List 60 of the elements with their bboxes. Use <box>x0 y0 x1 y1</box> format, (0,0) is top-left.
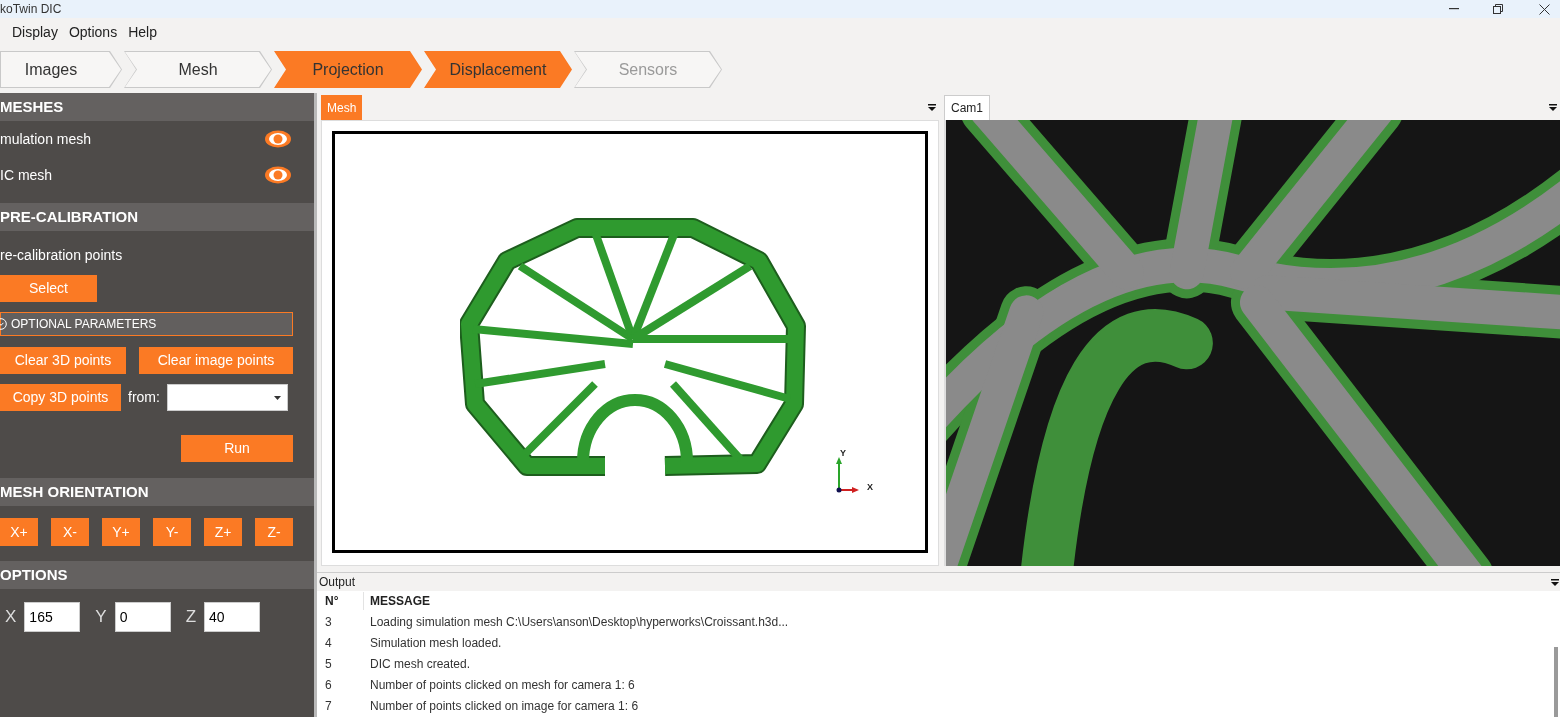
axis-label: Y <box>840 447 846 460</box>
optional-parameters-toggle[interactable]: OPTIONAL PARAMETERS <box>0 312 293 336</box>
orientation-button[interactable]: Z- <box>255 518 293 546</box>
section-header: MESH ORIENTATION <box>0 478 314 506</box>
table-cell-text: Simulation mesh loaded. <box>369 635 502 653</box>
view-tab[interactable]: Mesh <box>321 95 363 120</box>
from-label: from: <box>128 388 160 407</box>
table-cell-text: Number of points clicked on mesh for camera 1: 6 <box>369 677 635 695</box>
minimize-icon[interactable] <box>1449 8 1459 10</box>
close-icon[interactable] <box>1539 3 1550 15</box>
scrollbar-thumb[interactable] <box>1554 647 1558 717</box>
eye-icon[interactable] <box>264 129 292 149</box>
table-cell-text: DIC mesh created. <box>369 656 471 674</box>
axis-label: Y <box>95 606 107 629</box>
coordinate-field[interactable]: 165 <box>24 602 81 632</box>
dropdown-icon[interactable] <box>1549 104 1557 111</box>
coordinate-field[interactable]: 40 <box>204 602 261 632</box>
clear-button[interactable]: Clear 3D points <box>0 347 126 374</box>
orientation-button[interactable]: X+ <box>0 518 38 546</box>
table-cell-text: 6 <box>324 677 333 695</box>
axis-label: X <box>867 481 873 494</box>
run-button[interactable]: Run <box>181 435 293 462</box>
eye-icon[interactable] <box>264 165 292 185</box>
orientation-button[interactable]: X- <box>51 518 89 546</box>
table-cell-text: 5 <box>324 656 333 674</box>
section-header: PRE-CALIBRATION <box>0 203 314 231</box>
select-button[interactable]: Select <box>0 275 97 302</box>
axis-label: Z <box>185 606 197 629</box>
coordinate-field[interactable]: 0 <box>114 602 171 632</box>
step-tab[interactable]: Mesh <box>125 52 271 87</box>
caret-icon <box>273 395 281 400</box>
step-tab[interactable]: Images <box>1 52 121 87</box>
dropdown-icon[interactable] <box>1551 578 1559 586</box>
column-header[interactable]: N° <box>317 592 364 611</box>
menu-item[interactable]: Display <box>12 21 58 43</box>
orientation-button[interactable]: Y+ <box>102 518 140 546</box>
orientation-button[interactable]: Z+ <box>204 518 242 546</box>
menu-item[interactable]: Help <box>128 21 157 43</box>
orientation-button[interactable]: Y- <box>153 518 191 546</box>
mesh-label: IC mesh <box>0 165 53 185</box>
mesh-label: mulation mesh <box>0 129 92 149</box>
table-cell-text: 7 <box>324 698 333 716</box>
view-tab[interactable]: Cam1 <box>944 95 990 120</box>
restore-icon[interactable] <box>1493 4 1503 14</box>
section-header: OPTIONS <box>0 561 314 589</box>
table-cell-text: 3 <box>324 613 333 631</box>
column-header[interactable]: MESSAGE <box>364 592 430 611</box>
axis-triad-icon <box>835 457 859 493</box>
table-cell-text: 4 <box>324 635 333 653</box>
window-title: koTwin DIC <box>0 1 62 18</box>
points-label: re-calibration points <box>0 246 124 265</box>
clear-button[interactable]: Clear image points <box>139 347 293 374</box>
panel-title: Output <box>319 574 356 592</box>
menu-item[interactable]: Options <box>68 21 118 43</box>
table-cell-text: Number of points clicked on image for camera 1: 6 <box>369 698 639 716</box>
section-header: MESHES <box>0 93 314 121</box>
axis-label: X <box>5 606 17 629</box>
table-cell-text: Loading simulation mesh C:\Users\anson\Desktop\hyperworks\Croissant.h3d... <box>369 613 789 631</box>
copy-button[interactable]: Copy 3D points <box>0 384 121 411</box>
dropdown-icon[interactable] <box>928 104 936 111</box>
